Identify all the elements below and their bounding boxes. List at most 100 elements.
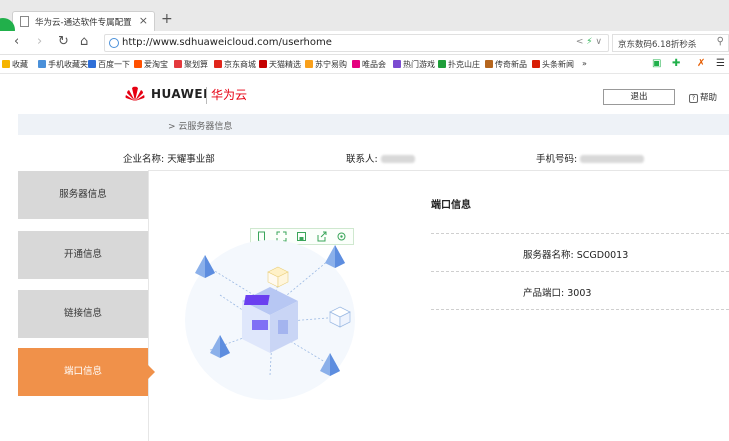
bookmark-icon: [259, 60, 267, 68]
site-header: HUAWEI 华为云 退出 ? 帮助: [0, 74, 729, 114]
content-divider-vertical: [148, 170, 149, 441]
server-name-value: SCGD0013: [576, 250, 629, 261]
bookmark-icon: [2, 60, 10, 68]
tab-close-icon[interactable]: ×: [139, 14, 148, 27]
port-label: 产品端口:: [523, 288, 565, 299]
bookmark-label: 热门游戏: [403, 60, 435, 69]
bookmark-label: 苏宁易购: [315, 60, 347, 69]
sidebar-item-link-info[interactable]: 链接信息: [18, 290, 148, 338]
home-icon[interactable]: ⌂: [80, 34, 88, 49]
divider: [431, 309, 729, 310]
huawei-logo-icon: [125, 86, 145, 101]
bookmark-label: 百度一下: [98, 60, 130, 69]
address-row: ‹ › ↻ ⌂ http://www.sdhuaweicloud.com/use…: [0, 31, 729, 55]
bookmark-label: 扑克山庄: [448, 60, 480, 69]
server-name-label: 服务器名称:: [523, 250, 574, 261]
server-illustration: [185, 240, 355, 400]
bookmark-label: 聚划算: [184, 60, 208, 69]
bookmark-icon: [485, 60, 493, 68]
search-icon[interactable]: ⚲: [717, 36, 724, 47]
sidebar-item-port-info[interactable]: 端口信息: [18, 348, 155, 396]
sidebar-item-activation-info[interactable]: 开通信息: [18, 231, 148, 279]
search-box[interactable]: 京东数码6.18折秒杀 ⚲: [612, 34, 729, 52]
browser-tab-strip: 华为云-通达软件专属配置 × +: [0, 0, 729, 31]
sidebar-item-label: 端口信息: [63, 366, 102, 377]
help-label: 帮助: [700, 93, 718, 103]
bookmarks-more-icon[interactable]: »: [582, 59, 587, 68]
bookmark-icon: [305, 60, 313, 68]
bookmark-item[interactable]: 收藏: [2, 59, 28, 70]
content-divider: [148, 170, 729, 171]
bookmark-label: 京东商城: [224, 60, 256, 69]
bookmark-label: 头条新闻: [542, 60, 574, 69]
bookmark-item[interactable]: 传奇新品: [485, 59, 527, 70]
sidebar: 服务器信息 开通信息 链接信息 端口信息: [18, 171, 155, 441]
bookmark-label: 收藏: [12, 60, 28, 69]
bookmark-icon: [174, 60, 182, 68]
company-value: 天耀事业部: [167, 154, 215, 165]
phone-label: 手机号码:: [536, 154, 578, 165]
bookmark-item[interactable]: 聚划算: [174, 59, 208, 70]
active-pointer-icon: [148, 365, 155, 379]
back-icon[interactable]: ‹: [14, 34, 19, 49]
contact-info: 联系人:: [346, 151, 415, 165]
browser-tab[interactable]: 华为云-通达软件专属配置 ×: [12, 11, 155, 31]
divider: [431, 271, 729, 272]
forward-icon[interactable]: ›: [37, 34, 42, 49]
bookmark-item[interactable]: 手机收藏夹: [38, 59, 88, 70]
bookmark-item[interactable]: 百度一下: [88, 59, 130, 70]
breadcrumb: > 云服务器信息: [18, 114, 729, 135]
bookmark-item[interactable]: 唯品会: [352, 59, 386, 70]
panel-title: 端口信息: [431, 200, 471, 211]
reload-icon[interactable]: ↻: [58, 34, 69, 49]
menu-icon[interactable]: ☰: [716, 58, 725, 69]
bookmark-item[interactable]: 京东商城: [214, 59, 256, 70]
help-icon: ?: [689, 94, 698, 103]
bookmark-icon: [352, 60, 360, 68]
tab-title: 华为云-通达软件专属配置: [35, 18, 132, 28]
logout-button[interactable]: 退出: [603, 89, 675, 105]
bookmark-label: 天猫精选: [269, 60, 301, 69]
search-text[interactable]: 京东数码6.18折秒杀: [618, 38, 696, 50]
url-text[interactable]: http://www.sdhuaweicloud.com/userhome: [122, 37, 332, 48]
phone-info: 手机号码:: [536, 151, 645, 165]
bookmark-item[interactable]: 天猫精选: [259, 59, 301, 70]
bookmark-icon: [393, 60, 401, 68]
document-icon: [20, 16, 29, 27]
globe-icon: [109, 38, 119, 48]
bookmark-icon: [438, 60, 446, 68]
bookmark-item[interactable]: 头条新闻: [532, 59, 574, 70]
server-name-row: 服务器名称: SCGD0013: [523, 247, 628, 261]
phone-redacted: [580, 155, 645, 163]
add-icon[interactable]: ✚: [672, 58, 680, 69]
new-tab-icon[interactable]: +: [161, 11, 173, 27]
bookmark-icon: [38, 60, 46, 68]
port-row: 产品端口: 3003: [523, 285, 591, 299]
bookmark-icon: [532, 60, 540, 68]
company-info-row: 企业名称: 天耀事业部 联系人: 手机号码:: [0, 146, 729, 168]
url-bar[interactable]: http://www.sdhuaweicloud.com/userhome < …: [104, 34, 609, 52]
port-value: 3003: [567, 288, 592, 299]
bookmark-icon: [134, 60, 142, 68]
app-icon[interactable]: ▣: [652, 58, 661, 69]
share-icon[interactable]: < ⚡ ∨: [576, 37, 602, 47]
bookmark-icon: [214, 60, 222, 68]
bookmarks-bar: ▣ ✚ ✗ ☰ 收藏 手机收藏夹 百度一下 爱淘宝 聚划算 京东商城 天猫精选 苏宁易购 唯品会…: [0, 55, 729, 74]
bookmark-item[interactable]: 爱淘宝: [134, 59, 168, 70]
logo-text: HUAWEI: [151, 87, 209, 101]
sidebar-item-server-info[interactable]: 服务器信息: [18, 171, 148, 219]
bookmark-item[interactable]: 热门游戏: [393, 59, 435, 70]
logo-divider: [206, 87, 207, 104]
bookmark-label: 唯品会: [362, 60, 386, 69]
breadcrumb-text: > 云服务器信息: [168, 122, 233, 132]
bookmark-item[interactable]: 扑克山庄: [438, 59, 480, 70]
logo-cn-text: 华为云: [211, 88, 248, 102]
bookmark-label: 传奇新品: [495, 60, 527, 69]
tools-icon[interactable]: ✗: [697, 58, 705, 69]
company-info: 企业名称: 天耀事业部: [123, 151, 215, 165]
help-link[interactable]: ? 帮助: [689, 91, 717, 103]
divider: [431, 233, 729, 234]
bookmark-icon: [88, 60, 96, 68]
bookmark-label: 手机收藏夹: [48, 60, 88, 69]
bookmark-item[interactable]: 苏宁易购: [305, 59, 347, 70]
